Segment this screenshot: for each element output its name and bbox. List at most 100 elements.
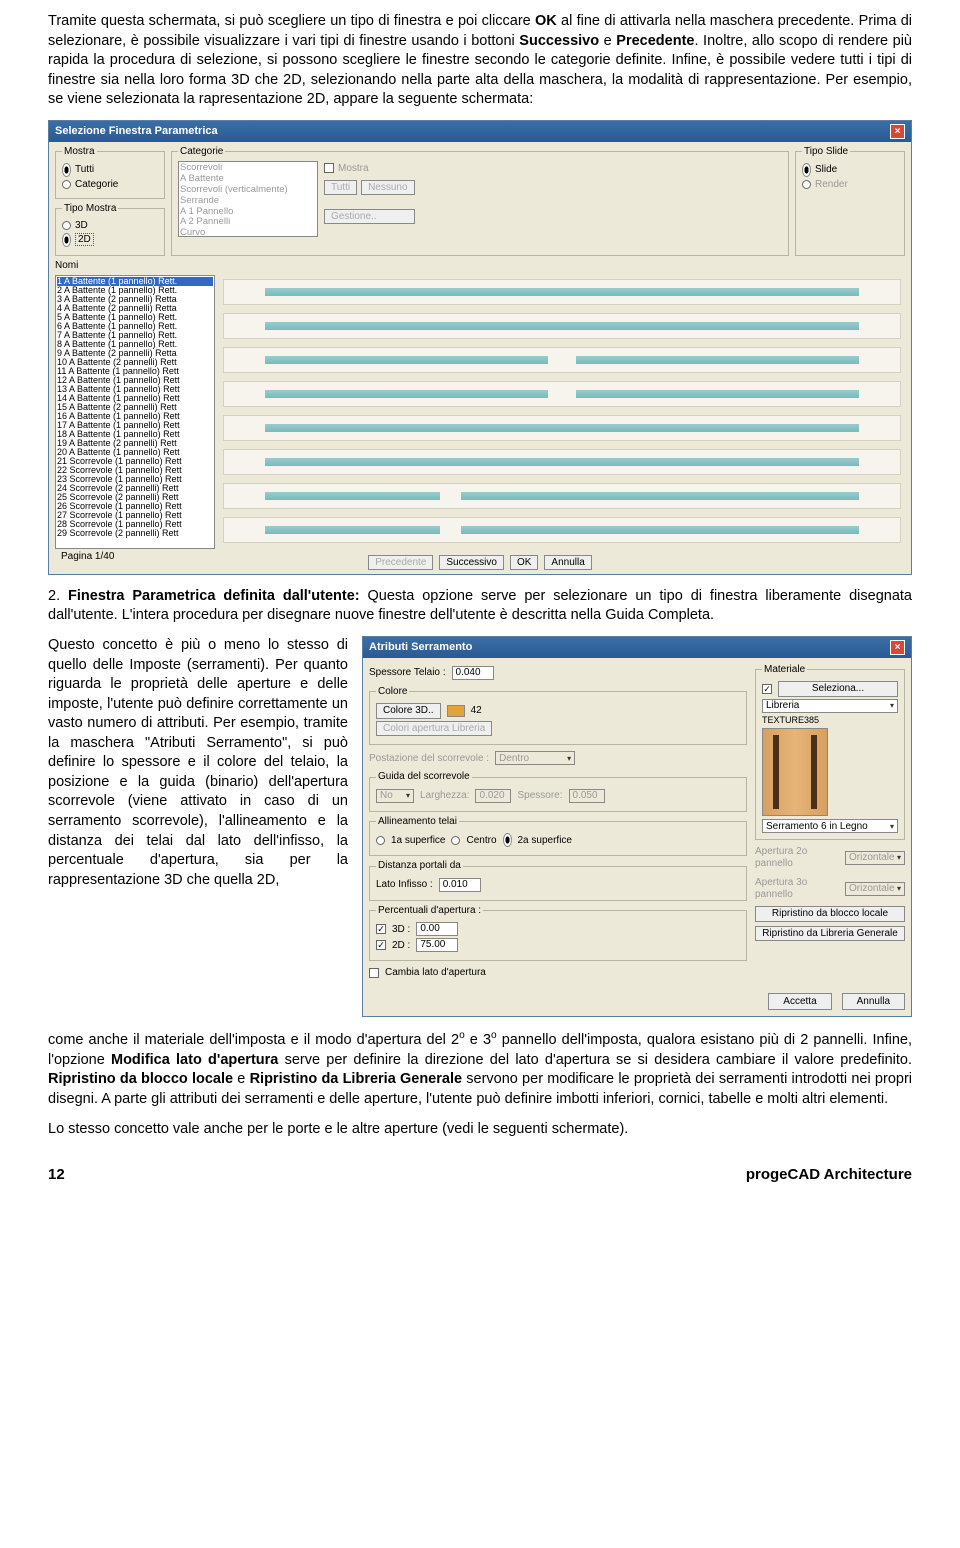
dialog2-titlebar[interactable]: Atributi Serramento × bbox=[363, 637, 911, 658]
page-indicator: Pagina 1/40 bbox=[61, 551, 114, 562]
guida-select: No▾ bbox=[376, 789, 414, 803]
close-icon[interactable]: × bbox=[890, 640, 905, 655]
btn-seleziona[interactable]: Seleziona... bbox=[778, 681, 898, 697]
btn-successivo[interactable]: Successivo bbox=[439, 555, 504, 570]
libreria-select[interactable]: Libreria▾ bbox=[762, 699, 898, 713]
list-item[interactable]: 20 A Battente (1 pannello) Rett bbox=[57, 448, 213, 457]
list-item[interactable]: 10 A Battente (2 pannelli) Rett bbox=[57, 358, 213, 367]
btn-ok[interactable]: OK bbox=[510, 555, 538, 570]
radio-slide[interactable] bbox=[802, 163, 811, 177]
mostra-group: Mostra Tutti Categorie bbox=[55, 146, 165, 199]
chk-materiale[interactable] bbox=[762, 684, 772, 694]
side-paragraph: Questo concetto è più o meno lo stesso d… bbox=[48, 636, 348, 890]
window-preview bbox=[223, 483, 901, 509]
tipo-mostra-group: Tipo Mostra 3D 2D bbox=[55, 203, 165, 256]
btn-gestione: Gestione.. bbox=[324, 209, 415, 224]
list-item[interactable]: 1 A Battente (1 pannello) Rett. bbox=[57, 277, 213, 286]
list-item[interactable]: 11 A Battente (1 pannello) Rett bbox=[57, 367, 213, 376]
color-swatch bbox=[447, 705, 465, 717]
radio-categorie[interactable] bbox=[62, 180, 71, 189]
radio-2d[interactable] bbox=[62, 233, 71, 247]
list-item[interactable]: 25 Scorrevole (2 pannelli) Rett bbox=[57, 493, 213, 502]
list-item[interactable]: 29 Scorrevole (2 pannelli) Rett bbox=[57, 529, 213, 538]
chk-mostra bbox=[324, 163, 334, 173]
btn-annulla2[interactable]: Annulla bbox=[842, 993, 905, 1011]
materiale-group: Materiale Seleziona... Libreria▾ TEXTURE… bbox=[755, 664, 905, 840]
categorie-list[interactable]: Scorrevoli A Battente Scorrevoli (vertic… bbox=[178, 161, 318, 237]
window-preview bbox=[223, 313, 901, 339]
distanza-group: Distanza portali da Lato Infisso :0.010 bbox=[369, 860, 747, 901]
list-item[interactable]: 7 A Battente (1 pannello) Rett. bbox=[57, 331, 213, 340]
atributi-serramento-dialog: Atributi Serramento × Spessore Telaio :0… bbox=[362, 636, 912, 1018]
texture-name: TEXTURE385 bbox=[762, 715, 898, 725]
texture-preview bbox=[762, 728, 828, 816]
list-item[interactable]: 27 Scorrevole (1 pannello) Rett bbox=[57, 511, 213, 520]
radio-3d[interactable] bbox=[62, 221, 71, 230]
perc2d-input[interactable]: 75.00 bbox=[416, 938, 458, 952]
nomi-list[interactable]: 1 A Battente (1 pannello) Rett. 2 A Batt… bbox=[55, 275, 215, 549]
list-item[interactable]: 8 A Battente (1 pannello) Rett. bbox=[57, 340, 213, 349]
lato-input[interactable]: 0.010 bbox=[439, 878, 481, 892]
list-item[interactable]: 22 Scorrevole (1 pannello) Rett bbox=[57, 466, 213, 475]
list-item[interactable]: 17 A Battente (1 pannello) Rett bbox=[57, 421, 213, 430]
btn-ripristino-locale[interactable]: Ripristino da blocco locale bbox=[755, 906, 905, 922]
radio-render bbox=[802, 180, 811, 189]
btn-annulla[interactable]: Annulla bbox=[544, 555, 591, 570]
window-preview bbox=[223, 449, 901, 475]
nomi-label: Nomi bbox=[55, 260, 905, 271]
close-icon[interactable]: × bbox=[890, 124, 905, 139]
serramento-select[interactable]: Serramento 6 in Legno▾ bbox=[762, 819, 898, 833]
allineamento-group: Allineamento telai 1a superfice Centro 2… bbox=[369, 816, 747, 857]
btn-accetta[interactable]: Accetta bbox=[768, 993, 831, 1011]
guida-group: Guida del scorrevole No▾ Larghezza:0.020… bbox=[369, 771, 747, 812]
list-item[interactable]: 4 A Battente (2 pannelli) Retta bbox=[57, 304, 213, 313]
page-number: 12 bbox=[48, 1165, 65, 1185]
final-paragraph: Lo stesso concetto vale anche per le por… bbox=[48, 1120, 912, 1140]
chk-2d[interactable] bbox=[376, 940, 386, 950]
list-item[interactable]: 16 A Battente (1 pannello) Rett bbox=[57, 412, 213, 421]
list-item[interactable]: 2 A Battente (1 pannello) Rett. bbox=[57, 286, 213, 295]
dialog-title: Selezione Finestra Parametrica bbox=[55, 125, 218, 137]
btn-tutti: Tutti bbox=[324, 180, 357, 195]
list-item[interactable]: 28 Scorrevole (1 pannello) Rett bbox=[57, 520, 213, 529]
list-item[interactable]: 14 A Battente (1 pannello) Rett bbox=[57, 394, 213, 403]
list-item[interactable]: 18 A Battente (1 pannello) Rett bbox=[57, 430, 213, 439]
list-item[interactable]: 23 Scorrevole (1 pannello) Rett bbox=[57, 475, 213, 484]
list-item[interactable]: 9 A Battente (2 pannelli) Retta bbox=[57, 349, 213, 358]
list-item[interactable]: 15 A Battente (2 pannelli) Rett bbox=[57, 403, 213, 412]
list-item[interactable]: 26 Scorrevole (1 pannello) Rett bbox=[57, 502, 213, 511]
ap2-select: Orizontale▾ bbox=[845, 851, 905, 865]
radio-2a[interactable] bbox=[503, 833, 512, 847]
chk-cambia-lato[interactable] bbox=[369, 968, 379, 978]
tipo-slide-group: Tipo Slide Slide Render bbox=[795, 146, 905, 256]
list-item[interactable]: 24 Scorrevole (2 pannelli) Rett bbox=[57, 484, 213, 493]
btn-nessuno: Nessuno bbox=[361, 180, 414, 195]
list-item[interactable]: 19 A Battente (2 pannelli) Rett bbox=[57, 439, 213, 448]
list-item[interactable]: 21 Scorrevole (1 pannello) Rett bbox=[57, 457, 213, 466]
list-item[interactable]: 6 A Battente (1 pannello) Rett. bbox=[57, 322, 213, 331]
section-2-intro: 2. Finestra Parametrica definita dall'ut… bbox=[48, 587, 912, 626]
dialog-titlebar[interactable]: Selezione Finestra Parametrica × bbox=[49, 121, 911, 142]
window-preview bbox=[223, 347, 901, 373]
product-name: progeCAD Architecture bbox=[746, 1165, 912, 1185]
btn-precedente: Precedente bbox=[368, 555, 433, 570]
spessore-input[interactable]: 0.040 bbox=[452, 666, 494, 680]
perc3d-input[interactable]: 0.00 bbox=[416, 922, 458, 936]
list-item[interactable]: 12 A Battente (1 pannello) Rett bbox=[57, 376, 213, 385]
btn-colori-libreria: Colori apertura Libreria bbox=[376, 721, 492, 737]
chk-3d[interactable] bbox=[376, 924, 386, 934]
list-item[interactable]: 13 A Battente (1 pannello) Rett bbox=[57, 385, 213, 394]
colore-group: Colore Colore 3D..42 Colori apertura Lib… bbox=[369, 686, 747, 746]
selezione-finestra-dialog: Selezione Finestra Parametrica × Mostra … bbox=[48, 120, 912, 575]
btn-colore3d[interactable]: Colore 3D.. bbox=[376, 703, 441, 719]
list-item[interactable]: 5 A Battente (1 pannello) Rett. bbox=[57, 313, 213, 322]
list-item[interactable]: 3 A Battente (2 pannelli) Retta bbox=[57, 295, 213, 304]
postazione-select: Dentro▾ bbox=[495, 751, 575, 765]
radio-tutti[interactable] bbox=[62, 163, 71, 177]
radio-1a[interactable] bbox=[376, 836, 385, 845]
preview-pane bbox=[219, 275, 905, 549]
btn-ripristino-generale[interactable]: Ripristino da Libreria Generale bbox=[755, 926, 905, 942]
intro-paragraph: Tramite questa schermata, si può sceglie… bbox=[48, 12, 912, 110]
percentuali-group: Percentuali d'apertura : 3D :0.00 2D :75… bbox=[369, 905, 747, 962]
radio-centro[interactable] bbox=[451, 836, 460, 845]
